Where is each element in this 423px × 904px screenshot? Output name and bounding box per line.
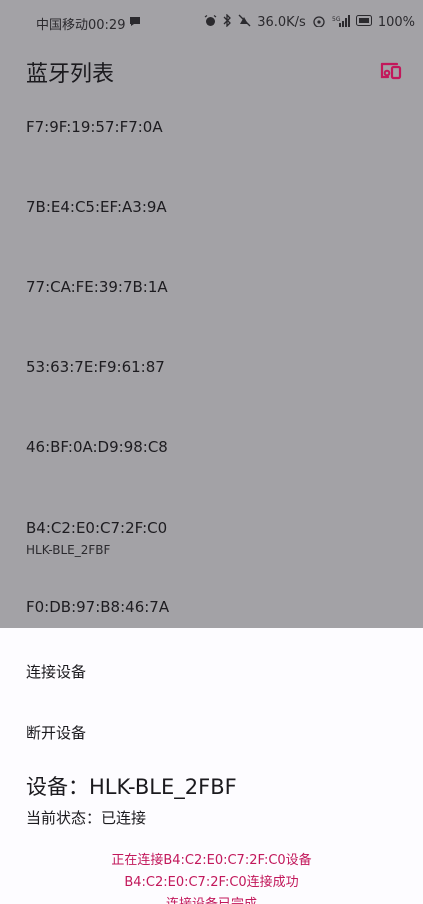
status-bar-left: 中国移动00:29 xyxy=(36,14,141,33)
device-mac: F7:9F:19:57:F7:0A xyxy=(26,118,163,136)
svg-text:5G: 5G xyxy=(332,16,341,23)
connected-device-label: 设备：HLK-BLE_2FBF xyxy=(26,775,237,799)
bottom-sheet: 连接设备 断开设备 设备：HLK-BLE_2FBF 当前状态：已连接 正在连接B… xyxy=(0,628,423,904)
device-mac: F0:DB:97:B8:46:7A xyxy=(26,598,170,616)
device-mac: 46:BF:0A:D9:98:C8 xyxy=(26,438,168,456)
device-list: F7:9F:19:57:F7:0A 7B:E4:C5:EF:A3:9A 77:C… xyxy=(0,98,423,628)
list-item[interactable]: F0:DB:97:B8:46:7A xyxy=(26,598,406,616)
list-item[interactable]: 53:63:7E:F9:61:87 xyxy=(26,358,406,376)
signal-icon: 5G xyxy=(332,14,350,31)
device-mac: 53:63:7E:F9:61:87 xyxy=(26,358,165,376)
list-item[interactable]: 46:BF:0A:D9:98:C8 xyxy=(26,438,406,456)
page-title: 蓝牙列表 xyxy=(26,62,115,87)
bluetooth-icon xyxy=(223,13,232,31)
battery-text: 100% xyxy=(377,15,415,30)
hotspot-icon xyxy=(312,15,326,31)
network-speed: 36.0K/s xyxy=(257,15,306,30)
wifi-icon xyxy=(355,15,372,30)
connect-device-button[interactable]: 连接设备 xyxy=(26,661,86,682)
log-line: 连接设备已完成 xyxy=(0,894,423,904)
connection-log: 正在连接B4:C2:E0:C7:2F:C0设备 B4:C2:E0:C7:2F:C… xyxy=(0,850,423,904)
device-mac: B4:C2:E0:C7:2F:C0 xyxy=(26,519,168,537)
alarm-icon xyxy=(204,14,217,31)
devices-icon[interactable] xyxy=(379,60,403,82)
device-mac: 77:CA:FE:39:7B:1A xyxy=(26,278,168,296)
screen: 中国移动00:29 36.0K/s 5G 100% 蓝牙列表 F7:9F:19:… xyxy=(0,0,423,904)
log-line: 正在连接B4:C2:E0:C7:2F:C0设备 xyxy=(111,853,312,868)
device-mac: 7B:E4:C5:EF:A3:9A xyxy=(26,198,167,216)
device-name: HLK-BLE_2FBF xyxy=(26,543,111,557)
connection-status-label: 当前状态：已连接 xyxy=(26,809,147,827)
status-bar: 中国移动00:29 36.0K/s 5G 100% xyxy=(0,0,423,44)
disconnect-device-button[interactable]: 断开设备 xyxy=(26,722,86,743)
list-item[interactable]: F7:9F:19:57:F7:0A xyxy=(26,118,406,136)
chat-bubble-icon xyxy=(129,16,141,31)
log-line: B4:C2:E0:C7:2F:C0连接成功 xyxy=(124,875,299,890)
mute-icon xyxy=(238,14,251,31)
list-item[interactable]: 77:CA:FE:39:7B:1A xyxy=(26,278,406,296)
carrier-time: 中国移动00:29 xyxy=(36,18,126,33)
list-item[interactable]: B4:C2:E0:C7:2F:C0 HLK-BLE_2FBF xyxy=(26,519,406,557)
status-bar-right: 36.0K/s 5G 100% xyxy=(204,13,415,31)
app-bar: 蓝牙列表 xyxy=(0,44,423,98)
list-item[interactable]: 7B:E4:C5:EF:A3:9A xyxy=(26,198,406,216)
